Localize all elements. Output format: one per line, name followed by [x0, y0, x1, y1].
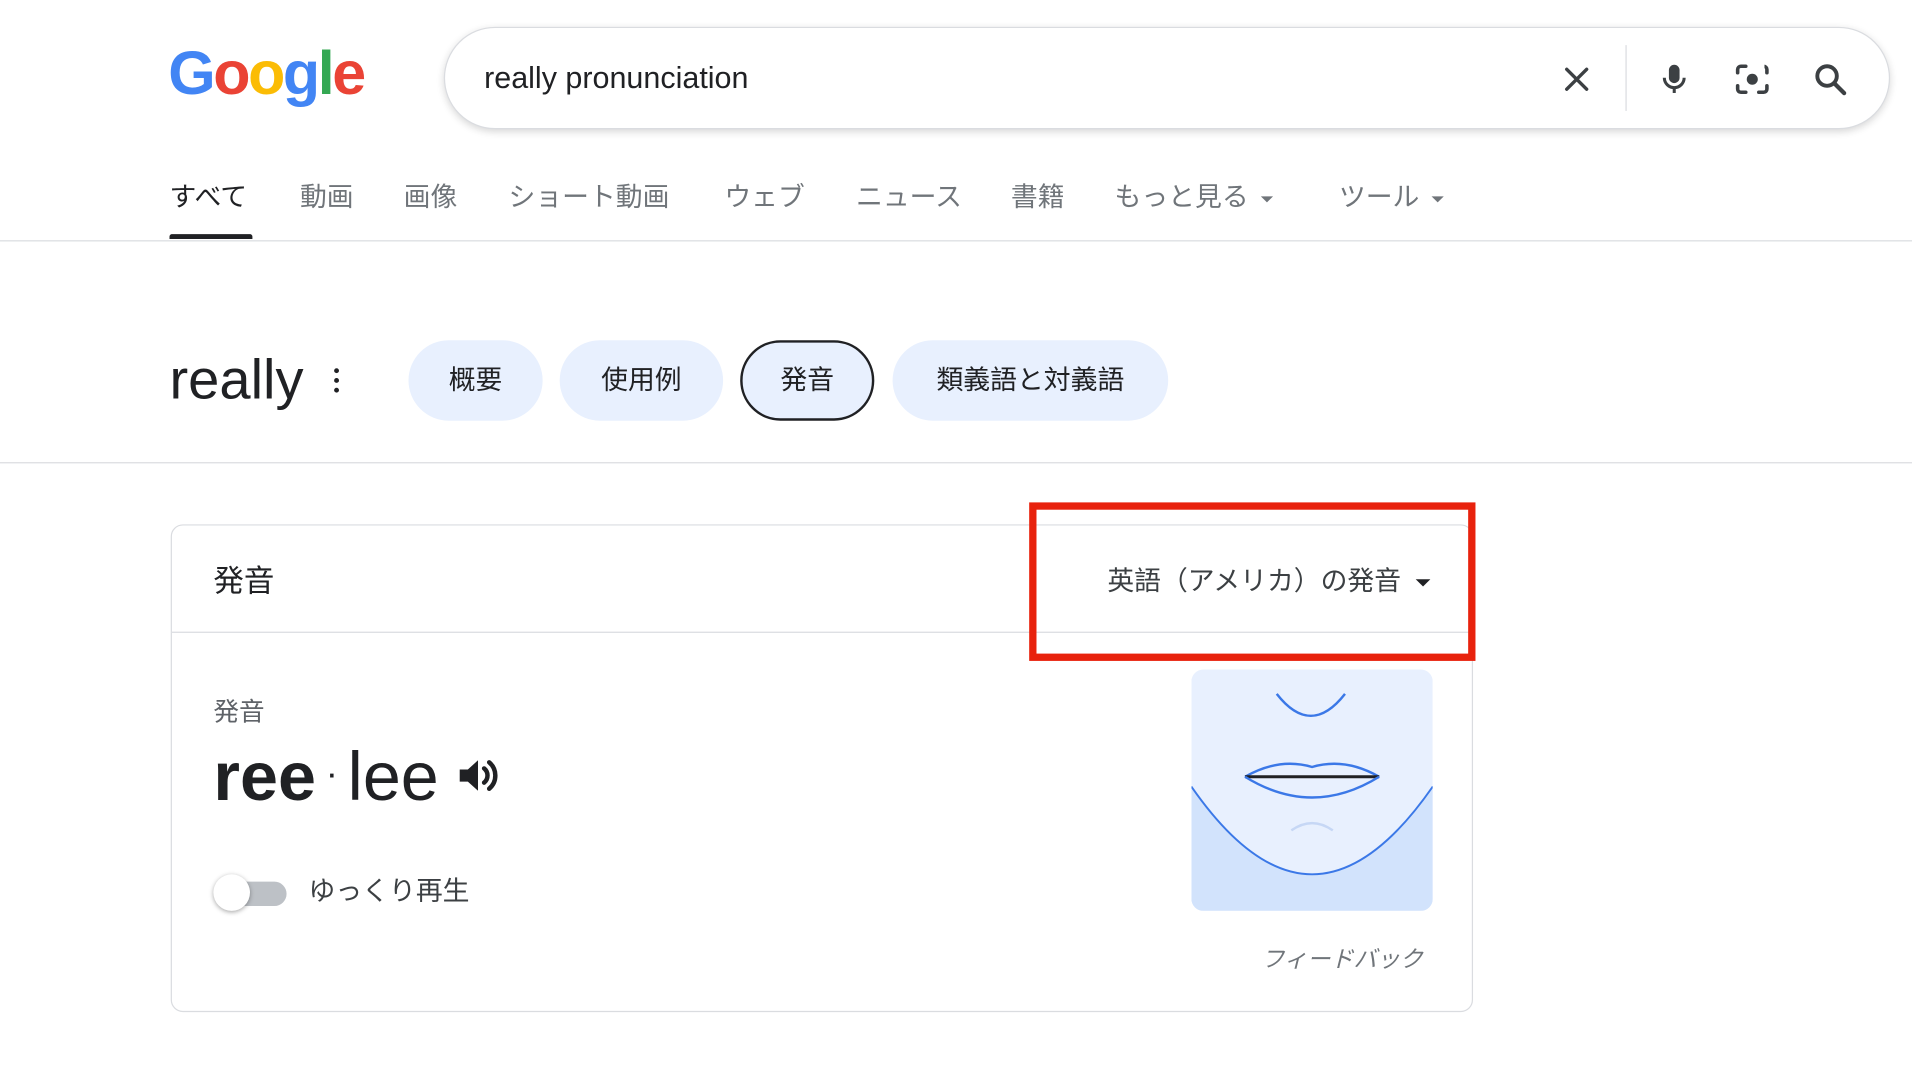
search-results-page: Google really pronunciation すべて 動画 画像 ショ… [0, 0, 1912, 1068]
chip-synonyms-antonyms[interactable]: 類義語と対義語 [892, 340, 1169, 421]
play-audio-button[interactable] [453, 733, 502, 821]
mouth-diagram-icon [1191, 669, 1433, 911]
section-divider [0, 462, 1912, 464]
syllable-separator: · [325, 753, 338, 795]
feedback-link[interactable]: フィードバック [1261, 945, 1423, 977]
search-box[interactable]: really pronunciation [443, 26, 1891, 130]
search-divider [1625, 45, 1627, 111]
chip-overview[interactable]: 概要 [408, 340, 543, 421]
search-tabs: すべて 動画 画像 ショート動画 ウェブ ニュース 書籍 もっと見る ツール [0, 159, 1912, 242]
chip-examples[interactable]: 使用例 [559, 340, 724, 421]
annotation-highlight [1029, 502, 1476, 661]
close-icon [1565, 67, 1589, 91]
active-tab-indicator [169, 234, 253, 240]
tab-more-label: もっと見る [1114, 181, 1249, 213]
logo-letter-e: e [332, 39, 366, 108]
more-vert-icon [334, 368, 339, 374]
slow-play-label: ゆっくり再生 [308, 875, 470, 907]
tab-short-videos[interactable]: ショート動画 [508, 178, 669, 217]
chip-pronunciation[interactable]: 発音 [740, 340, 875, 421]
more-options-button[interactable] [322, 356, 351, 405]
image-search-button[interactable] [1725, 52, 1779, 106]
logo-letter-o1: o [213, 39, 250, 108]
speaker-icon [459, 760, 498, 792]
clear-button[interactable] [1550, 52, 1604, 106]
chevron-down-icon [1260, 195, 1274, 203]
tab-all[interactable]: すべて [169, 178, 247, 217]
mic-icon [1662, 64, 1686, 93]
phonetic-spelling: ree · lee [213, 733, 502, 826]
logo-letter-g2: g [282, 39, 320, 108]
slow-play-toggle[interactable] [213, 874, 287, 911]
chevron-down-icon [1431, 195, 1444, 203]
card-title: 発音 [213, 564, 275, 599]
mouth-illustration [1191, 669, 1433, 911]
search-icon [1815, 64, 1847, 96]
toggle-knob [213, 874, 250, 911]
logo-letter-g: G [168, 39, 215, 108]
tab-tools[interactable]: ツール [1339, 178, 1444, 217]
logo-letter-l: l [317, 39, 335, 108]
search-button[interactable] [1803, 52, 1857, 106]
pronunciation-label: 発音 [213, 698, 265, 727]
tab-more[interactable]: もっと見る [1115, 178, 1274, 217]
voice-search-button[interactable] [1647, 52, 1701, 106]
search-input[interactable]: really pronunciation [484, 57, 748, 98]
logo-letter-o2: o [248, 39, 285, 108]
camera-lens-icon [1735, 63, 1769, 95]
stressed-syllable: ree [213, 737, 316, 815]
tab-videos[interactable]: 動画 [300, 178, 354, 217]
tab-web[interactable]: ウェブ [724, 178, 804, 217]
tab-images[interactable]: 画像 [404, 178, 458, 217]
tab-news[interactable]: ニュース [856, 178, 962, 217]
tab-books[interactable]: 書籍 [1011, 178, 1065, 217]
word-title: really [169, 347, 304, 411]
google-logo[interactable]: Google [168, 37, 366, 110]
tab-tools-label: ツール [1338, 181, 1420, 213]
syllable: lee [347, 737, 439, 815]
